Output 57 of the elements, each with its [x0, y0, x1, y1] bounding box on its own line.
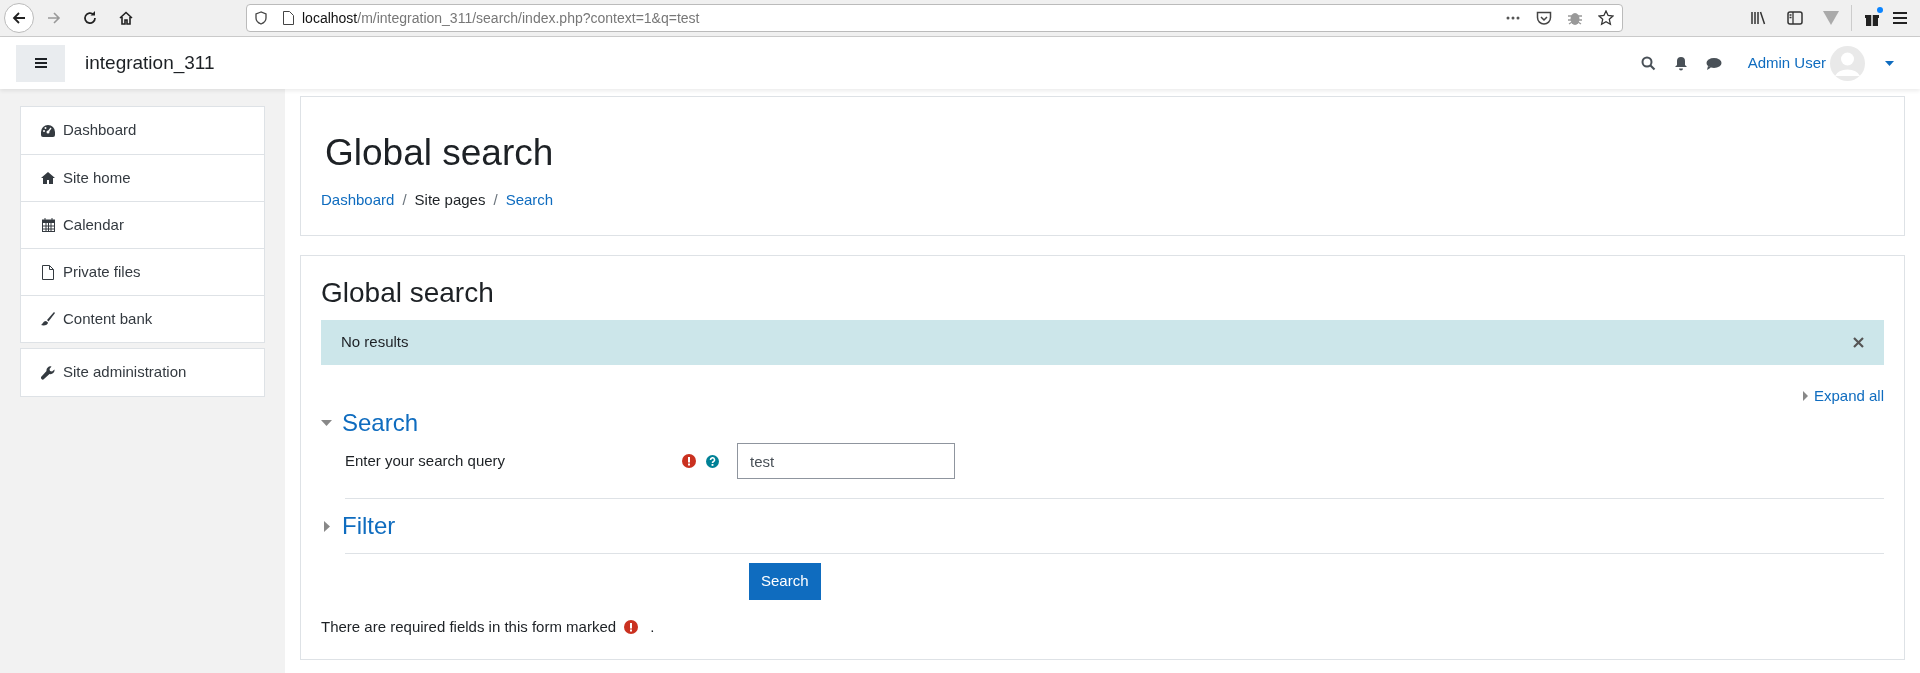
- alert-message: No results: [341, 331, 409, 352]
- close-icon[interactable]: [1853, 336, 1864, 348]
- user-name[interactable]: Admin User: [1747, 51, 1826, 75]
- breadcrumb-separator: /: [401, 190, 408, 211]
- reload-icon[interactable]: [82, 10, 98, 26]
- sidebar-toggle-icon[interactable]: [1787, 11, 1803, 25]
- section-heading: Global search: [321, 276, 495, 310]
- paintbrush-icon: [41, 312, 55, 326]
- shield-icon: [255, 11, 267, 25]
- home-icon[interactable]: [118, 10, 134, 26]
- caret-right-icon: [1802, 390, 1808, 401]
- gift-icon[interactable]: [1864, 10, 1880, 26]
- search-submit-button[interactable]: Search: [749, 563, 821, 601]
- breadcrumb-separator: /: [492, 190, 499, 211]
- address-bar[interactable]: localhost/m/integration_311/search/index.php?context=1&q=test: [246, 4, 1623, 32]
- sidebar-item[interactable]: Private files: [21, 248, 264, 295]
- hamburger-icon: [33, 57, 48, 69]
- field-label: Enter your search query: [345, 450, 507, 471]
- search-icon[interactable]: [1640, 55, 1656, 71]
- menu-icon[interactable]: [1892, 11, 1908, 25]
- file-icon: [42, 264, 54, 280]
- section-toggle-link[interactable]: Search: [342, 405, 419, 442]
- dashboard-gauge-icon: [41, 124, 55, 137]
- breadcrumb-item: Site pages: [414, 190, 486, 211]
- sidebar-item[interactable]: Calendar: [21, 201, 264, 248]
- chat-bubble-icon[interactable]: [1705, 56, 1722, 70]
- caret-icon[interactable]: [1885, 60, 1894, 66]
- url-text: localhost/m/integration_311/search/index.php?context=1&q=test: [302, 8, 700, 28]
- required-fields-note: There are required fields in this form marked .: [321, 617, 656, 638]
- menu-button[interactable]: [16, 44, 65, 82]
- search-query-field[interactable]: test: [737, 443, 955, 480]
- section-toggle-link[interactable]: Filter: [342, 508, 396, 545]
- calendar-icon: [41, 218, 55, 232]
- help-icon[interactable]: [706, 454, 719, 468]
- page-title: Global search: [325, 131, 555, 175]
- more-dots-icon[interactable]: [1506, 16, 1520, 20]
- required-icon: [624, 620, 639, 635]
- caret-down-icon[interactable]: [321, 420, 332, 427]
- library-icon[interactable]: [1751, 11, 1767, 25]
- bug-icon[interactable]: [1568, 10, 1582, 26]
- sidebar-item[interactable]: Site administration: [21, 349, 264, 396]
- pocket-icon[interactable]: [1536, 10, 1552, 26]
- caret-right-icon[interactable]: [324, 520, 330, 532]
- sidebar-item[interactable]: Content bank: [21, 295, 264, 342]
- house-icon: [41, 172, 55, 184]
- star-icon[interactable]: [1598, 10, 1614, 26]
- bell-icon[interactable]: [1673, 55, 1688, 71]
- page-icon: [283, 11, 294, 25]
- back-button[interactable]: [4, 3, 34, 33]
- wrench-icon: [41, 365, 55, 380]
- sidebar-item[interactable]: Dashboard: [21, 107, 264, 154]
- expand-all-link[interactable]: Expand all: [1813, 384, 1884, 408]
- sidebar-item[interactable]: Site home: [21, 154, 264, 201]
- site-name[interactable]: integration_311: [85, 48, 215, 78]
- arrow-left-icon: [11, 10, 27, 26]
- breadcrumb-link[interactable]: Dashboard: [321, 189, 395, 212]
- breadcrumb-link[interactable]: Search: [505, 189, 554, 212]
